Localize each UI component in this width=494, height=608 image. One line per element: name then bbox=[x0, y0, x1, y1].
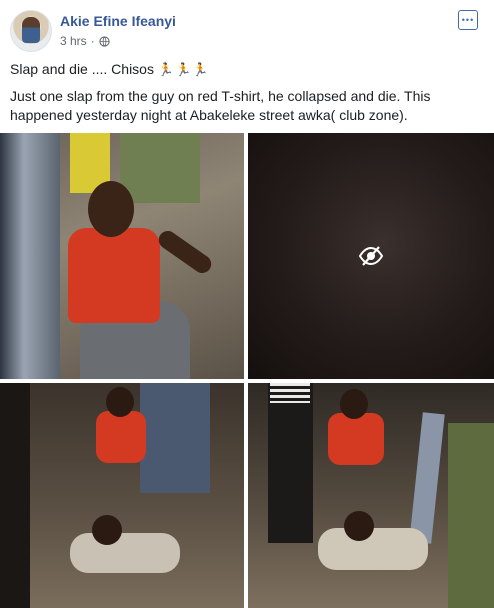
photo-4[interactable] bbox=[248, 383, 494, 608]
photo-2-hidden[interactable] bbox=[248, 133, 494, 379]
author-name[interactable]: Akie Efine Ifeanyi bbox=[60, 13, 176, 29]
photo-grid bbox=[0, 133, 494, 608]
avatar[interactable] bbox=[10, 10, 52, 52]
meta-separator: · bbox=[90, 34, 95, 48]
runner-emoji: 🏃🏃🏃 bbox=[157, 62, 210, 77]
eye-slash-icon[interactable] bbox=[358, 243, 384, 269]
photo-3[interactable] bbox=[0, 383, 244, 608]
post-title-text: Slap and die .... Chisos bbox=[10, 61, 154, 77]
photo-1[interactable] bbox=[0, 133, 244, 379]
post-body: Slap and die .... Chisos 🏃🏃🏃 Just one sl… bbox=[10, 60, 480, 133]
post-meta: 3 hrs · bbox=[60, 34, 110, 48]
post-header: Akie Efine Ifeanyi 3 hrs · ••• bbox=[10, 10, 484, 54]
more-options-button[interactable]: ••• bbox=[458, 10, 478, 30]
globe-icon[interactable] bbox=[99, 35, 110, 47]
timestamp[interactable]: 3 hrs bbox=[60, 34, 87, 48]
more-options-icon: ••• bbox=[461, 14, 475, 25]
post-text-line2: Just one slap from the guy on red T-shir… bbox=[10, 88, 431, 123]
post-text-line1: Slap and die .... Chisos 🏃🏃🏃 bbox=[10, 60, 480, 79]
